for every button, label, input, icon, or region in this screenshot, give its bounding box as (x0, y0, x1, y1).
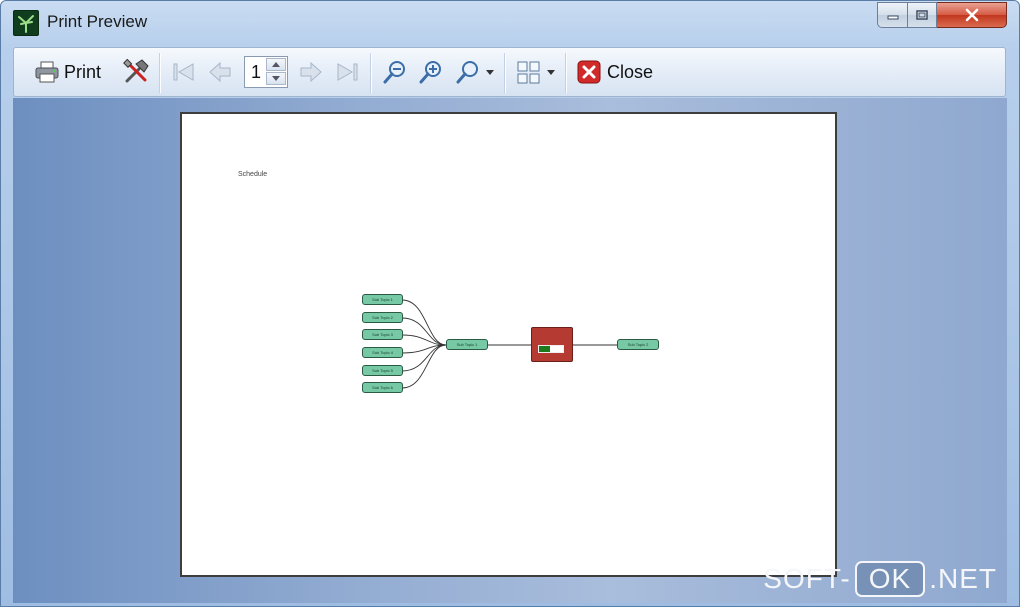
printer-icon (34, 59, 60, 85)
watermark: SOFT- OK .NET (763, 561, 997, 597)
left-topic-3: Sub Topic 3 (362, 329, 403, 340)
central-topic (531, 327, 573, 362)
zoom-dropdown-icon (455, 59, 495, 85)
window-title: Print Preview (47, 12, 148, 31)
watermark-left: SOFT- (763, 563, 851, 594)
left-topic-4: Sub Topic 4 (362, 347, 403, 358)
toolbar-separator (565, 53, 567, 93)
next-page-button[interactable] (298, 57, 324, 87)
toolbar-separator (370, 53, 372, 93)
zoom-in-button[interactable] (418, 57, 444, 87)
window-close-button[interactable] (937, 2, 1007, 28)
title-bar: Print Preview (1, 1, 1019, 45)
toolbar-separator (504, 53, 506, 93)
zoom-out-icon (382, 59, 408, 85)
window-controls (877, 2, 1007, 28)
zoom-out-button[interactable] (382, 57, 408, 87)
first-page-icon (171, 59, 197, 85)
middle-topic: Sub Topic 1 (446, 339, 488, 350)
left-topic-6: Sub Topic 6 (362, 382, 403, 393)
page-setup-button[interactable] (122, 57, 150, 87)
minimize-button[interactable] (877, 2, 907, 28)
left-topic-5: Sub Topic 5 (362, 365, 403, 376)
page-layout-icon (516, 59, 560, 85)
preview-page: Schedule Sub Topic 1 Sub Topic 2 Sub Top… (180, 112, 837, 577)
page-number-spinner[interactable]: 1 (244, 56, 288, 88)
zoom-in-icon (418, 59, 444, 85)
spin-up-button[interactable] (266, 58, 286, 71)
page-number-input[interactable]: 1 (251, 62, 261, 83)
zoom-dropdown-button[interactable] (455, 57, 495, 87)
first-page-button[interactable] (171, 57, 197, 87)
next-page-icon (298, 59, 324, 85)
print-label: Print (64, 61, 102, 82)
previous-page-icon (207, 59, 233, 85)
mindmap-connectors (401, 299, 617, 389)
left-topic-2: Sub Topic 2 (362, 312, 403, 323)
right-topic: Sub Topic 2 (617, 339, 659, 350)
central-progress-bar (538, 345, 564, 353)
watermark-middle: OK (854, 561, 926, 597)
close-red-icon (577, 60, 601, 84)
close-icon (964, 8, 980, 22)
spin-down-button[interactable] (266, 72, 286, 85)
last-page-button[interactable] (334, 57, 360, 87)
toolbar-separator (159, 53, 161, 93)
watermark-right: .NET (929, 563, 997, 594)
maximize-button[interactable] (907, 2, 937, 28)
last-page-icon (334, 59, 360, 85)
mindmap-app-icon (13, 10, 39, 36)
maximize-icon (915, 9, 929, 21)
page-layout-button[interactable] (516, 57, 560, 87)
page-spinner (266, 58, 286, 86)
toolbar: Print 1 Close (13, 47, 1006, 97)
close-preview-button[interactable]: Close (577, 57, 653, 87)
preview-area[interactable]: Schedule Sub Topic 1 Sub Topic 2 Sub Top… (13, 98, 1007, 603)
minimize-icon (887, 10, 899, 20)
central-progress-fill (539, 346, 550, 352)
left-topic-1: Sub Topic 1 (362, 294, 403, 305)
print-button[interactable]: Print (34, 57, 101, 87)
previous-page-button[interactable] (207, 57, 233, 87)
tools-icon (122, 58, 150, 86)
print-preview-window: Print Preview Print 1 Close Schedule Sub… (0, 0, 1020, 607)
close-label: Close (607, 61, 654, 82)
